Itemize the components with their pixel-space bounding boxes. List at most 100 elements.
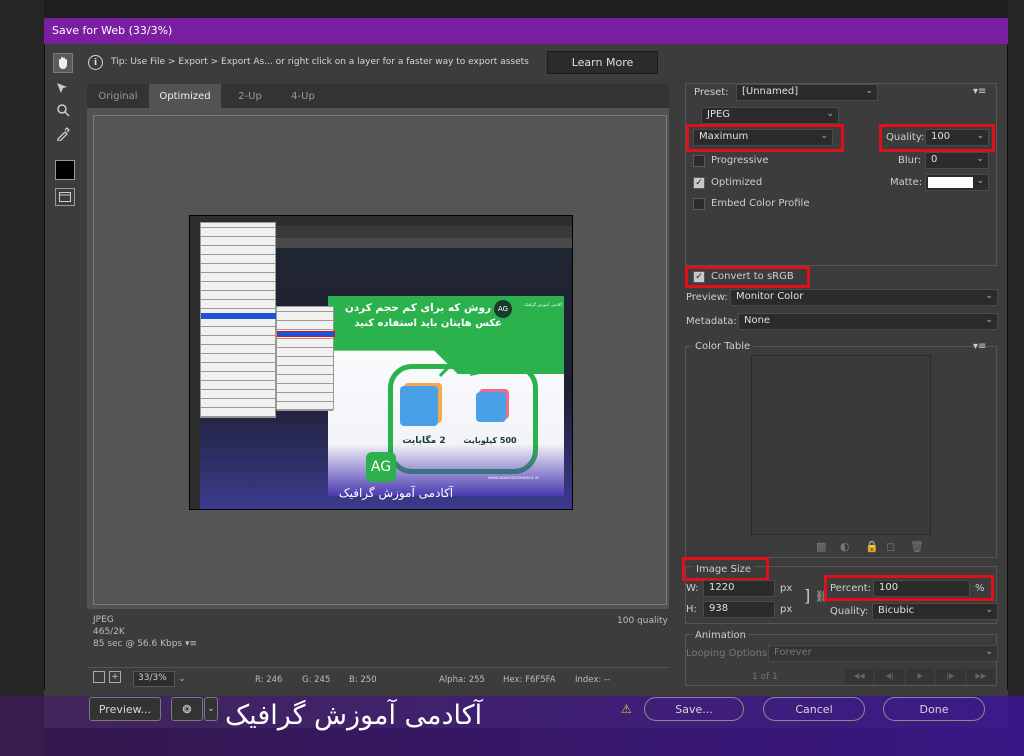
inner-toolbar (190, 216, 200, 509)
tip-text: Tip: Use File > Export > Export As... or… (111, 57, 529, 67)
preview-image: 3 روش که برای کم حجم کردن عکس هایتان بای… (189, 215, 573, 510)
banner-headline-2: عکس هایتان باید استفاده کنید (354, 318, 502, 329)
progressive-checkbox[interactable] (693, 155, 705, 167)
web-safe-icon[interactable]: ▩ (816, 540, 826, 553)
banner-brand-name: آکادمی آموزش گرافیک (338, 486, 454, 500)
resample-value: Bicubic (878, 605, 915, 616)
eyedropper-tool[interactable] (53, 124, 73, 144)
download-speed-menu-icon[interactable]: ▾≡ (185, 639, 197, 649)
trash-icon[interactable]: 🗑 (910, 540, 924, 553)
status-index: Index: -- (575, 675, 611, 685)
tab-optimized[interactable]: Optimized (149, 84, 221, 109)
color-table-menu-icon[interactable]: ▾≡ (973, 341, 986, 352)
embed-profile-label: Embed Color Profile (711, 198, 810, 209)
hand-tool-button[interactable] (53, 53, 73, 73)
zoom-in-button[interactable]: + (109, 671, 121, 683)
zoom-tool[interactable] (53, 100, 73, 120)
animation-controls: ◀◀ ◀| ▶ |▶ ▶▶ (845, 669, 996, 684)
slice-select-tool[interactable] (53, 78, 73, 98)
banner-site: WWW.AKAMOZESHGRAFIC.IR (488, 476, 539, 480)
highlight-convert-srgb (685, 266, 810, 288)
blur-input[interactable]: 0 ⌄ (925, 152, 989, 169)
status-b: B: 250 (349, 675, 377, 685)
chevron-down-icon: ⌄ (985, 605, 993, 615)
chevron-down-icon: ⌄ (976, 154, 984, 164)
cancel-button[interactable]: Cancel (763, 697, 865, 721)
new-color-icon[interactable]: ◻ (886, 540, 895, 553)
matte-select[interactable]: ⌄ (925, 174, 989, 191)
play-button[interactable]: ▶ (905, 669, 935, 684)
animation-label: Animation (692, 630, 749, 641)
info-quality: 100 quality (617, 616, 668, 626)
lock-icon[interactable]: 🔒 (865, 540, 879, 553)
large-image-icon (400, 386, 438, 426)
view-tabs: Original Optimized 2-Up 4-Up (87, 84, 669, 109)
eyedropper-color-swatch[interactable] (55, 160, 75, 180)
inner-menu-highlight (201, 313, 277, 319)
chevron-down-icon: ⌄ (985, 315, 993, 325)
info-format: JPEG (93, 615, 114, 625)
status-r: R: 246 (255, 675, 283, 685)
preview-color-select[interactable]: Monitor Color ⌄ (730, 289, 998, 306)
learn-more-button[interactable]: Learn More (547, 51, 658, 74)
status-alpha: Alpha: 255 (439, 675, 485, 685)
zoom-out-button[interactable] (93, 671, 105, 683)
eyedropper-icon (57, 127, 70, 141)
looping-select[interactable]: Forever ⌄ (768, 645, 998, 662)
link-dimensions-icon[interactable]: ] (804, 586, 810, 605)
toggle-slices-visibility[interactable] (55, 188, 75, 206)
preview-color-label: Preview: (686, 292, 728, 303)
banner-brand-small: آکادمی آموزش گرافیک (523, 302, 562, 307)
metadata-value: None (744, 315, 771, 326)
chevron-down-icon[interactable]: ⌄ (178, 674, 186, 684)
preview-button[interactable]: Preview... (89, 697, 161, 721)
zoom-level-select[interactable]: 33/3% (133, 671, 175, 687)
small-image-icon (476, 392, 506, 422)
watermark-text: آکادمی آموزش گرافیک (225, 700, 483, 731)
status-hex: Hex: F6F5FA (503, 675, 556, 685)
background-right (1008, 0, 1024, 756)
banner-headline-1: 3 روش که برای کم حجم کردن (344, 302, 502, 314)
save-button[interactable]: Save... (644, 697, 744, 721)
zoom-value: 33/3% (138, 673, 167, 683)
optimized-checkbox[interactable]: ✓ (693, 177, 705, 189)
done-button[interactable]: Done (883, 697, 985, 721)
embed-profile-checkbox[interactable] (693, 198, 705, 210)
format-select[interactable]: JPEG ⌄ (701, 107, 839, 124)
preset-value: [Unnamed] (742, 86, 799, 97)
frame-counter: 1 of 1 (752, 672, 778, 682)
info-time: 85 sec @ 56.6 Kbps (93, 639, 183, 649)
matte-label: Matte: (890, 177, 923, 188)
metadata-select[interactable]: None ⌄ (738, 313, 998, 330)
transparency-icon[interactable]: ◐ (840, 540, 850, 553)
prev-frame-button[interactable]: ◀| (875, 669, 904, 684)
highlight-compression (686, 124, 844, 152)
chevron-down-icon: ⌄ (826, 109, 834, 119)
tab-2-up[interactable]: 2-Up (221, 84, 279, 109)
tab-4-up[interactable]: 4-Up (279, 84, 327, 109)
preview-info: JPEG 465/2K 85 sec @ 56.6 Kbps ▾≡ (93, 614, 197, 650)
progressive-label: Progressive (711, 155, 769, 166)
next-frame-button[interactable]: |▶ (936, 669, 965, 684)
browser-select-chevron[interactable]: ⌄ (204, 697, 218, 721)
blur-label: Blur: (898, 155, 922, 166)
chevron-down-icon: ⌄ (985, 647, 993, 657)
looping-value: Forever (774, 647, 812, 658)
first-frame-button[interactable]: ◀◀ (845, 669, 874, 684)
blur-value: 0 (931, 154, 938, 165)
optimize-menu-icon[interactable]: ▾≡ (973, 86, 986, 97)
height-input[interactable]: 938 (703, 601, 775, 618)
preset-select[interactable]: [Unnamed] ⌄ (736, 84, 878, 101)
browser-preview-button[interactable]: ❂ (171, 697, 203, 721)
color-table-label: Color Table (692, 341, 754, 352)
banner-ag-logo: AG (366, 452, 396, 482)
banner-logo: AG (494, 300, 512, 318)
resample-select[interactable]: Bicubic ⌄ (872, 603, 998, 620)
tab-original[interactable]: Original (87, 84, 149, 109)
width-input[interactable]: 1220 (703, 580, 775, 597)
last-frame-button[interactable]: ▶▶ (966, 669, 996, 684)
inner-save-for-web-item (277, 331, 335, 337)
inner-file-menu (200, 222, 277, 419)
window-title: Save for Web (33/3%) (44, 18, 1008, 44)
slice-select-icon (57, 83, 67, 93)
